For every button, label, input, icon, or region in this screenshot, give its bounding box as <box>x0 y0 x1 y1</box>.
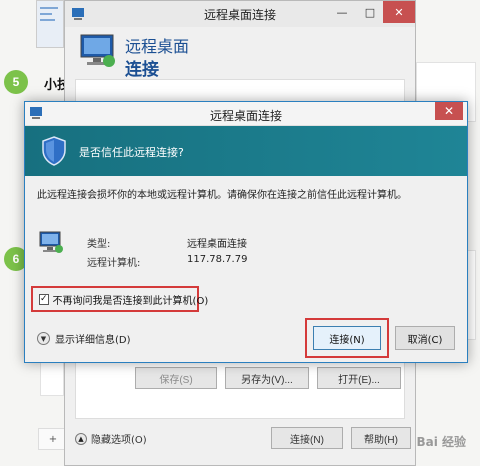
chevron-up-icon: ▲ <box>75 432 87 445</box>
computer-label: 远程计算机: <box>87 258 141 269</box>
connect-button[interactable]: 连接(N) <box>313 326 381 350</box>
thumbnail-image <box>36 0 64 48</box>
dont-ask-checkbox-row[interactable]: ✓ 不再询问我是否连接到此计算机(O) <box>31 286 208 312</box>
dont-ask-label: 不再询问我是否连接到此计算机(O) <box>52 295 209 307</box>
save-as-button[interactable]: 另存为(V)... <box>225 367 309 389</box>
security-banner: 是否信任此远程连接? <box>25 126 467 176</box>
header-title-line2: 连接 <box>125 60 159 80</box>
watermark-logo: Bai 经验 <box>416 435 466 449</box>
help-button[interactable]: 帮助(H) <box>351 427 411 449</box>
trust-dialog: 远程桌面连接 ✕ 是否信任此远程连接? 此远程连接会损坏你的本地或远程计算机。请… <box>24 101 468 363</box>
computer-value: 117.78.7.79 <box>187 254 248 265</box>
step-badge-5: 5 <box>4 70 28 94</box>
thumbnail-line <box>40 19 55 21</box>
hide-options-label: 隐藏选项(O) <box>91 435 147 446</box>
window-title-bar: 远程桌面连接 — □ ✕ <box>65 1 415 27</box>
trust-question: 是否信任此远程连接? <box>79 146 184 159</box>
show-details-toggle[interactable]: ▼ 显示详细信息(D) <box>37 331 131 346</box>
open-button[interactable]: 打开(E)... <box>317 367 401 389</box>
thumbnail-line <box>40 13 52 15</box>
thumbnail-line <box>40 7 58 9</box>
show-details-label: 显示详细信息(D) <box>55 335 131 346</box>
maximize-button[interactable]: □ <box>359 1 381 23</box>
dialog-title-bar: 远程桌面连接 ✕ <box>25 102 467 126</box>
shield-icon <box>41 136 67 169</box>
dont-ask-checkbox[interactable]: ✓ <box>39 293 49 305</box>
chevron-down-icon: ▼ <box>37 332 50 345</box>
cancel-button[interactable]: 取消(C) <box>395 326 455 350</box>
minimize-button[interactable]: — <box>329 1 355 23</box>
close-button[interactable]: ✕ <box>383 1 415 23</box>
dialog-close-button[interactable]: ✕ <box>435 102 463 120</box>
computer-icon <box>39 230 65 259</box>
save-button[interactable]: 保存(S) <box>135 367 217 389</box>
hide-options-toggle[interactable]: ▲ 隐藏选项(O) <box>75 431 147 446</box>
type-value: 远程桌面连接 <box>187 239 247 250</box>
header-title-line1: 远程桌面 <box>125 37 190 56</box>
dialog-title: 远程桌面连接 <box>209 109 282 123</box>
warning-text: 此远程连接会损坏你的本地或远程计算机。请确保你在连接之前信任此远程计算机。 <box>37 190 407 201</box>
connect-button-bg[interactable]: 连接(N) <box>271 427 343 449</box>
computer-icon <box>79 31 119 74</box>
type-label: 类型: <box>87 239 111 250</box>
